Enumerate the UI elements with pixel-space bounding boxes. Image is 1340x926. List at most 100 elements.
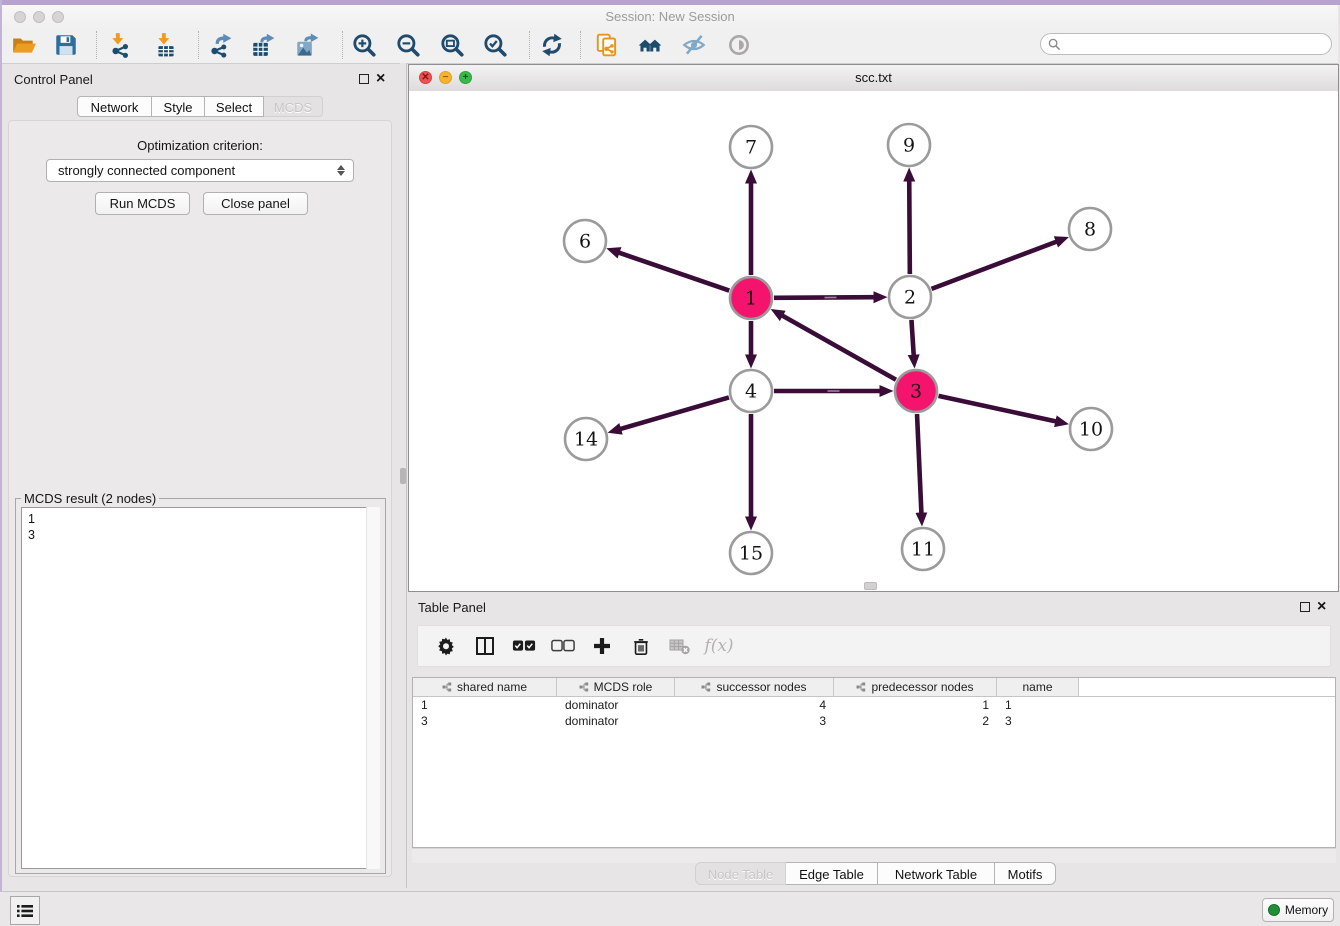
table-cell[interactable]: 2: [834, 713, 997, 729]
table-cell[interactable]: 4: [675, 697, 834, 713]
svg-text:9: 9: [903, 135, 915, 157]
edge-4-14[interactable]: [621, 397, 729, 429]
add-column-button[interactable]: [590, 634, 614, 658]
houses-icon: [637, 32, 663, 58]
edge-2-3[interactable]: [911, 320, 913, 355]
tab-node-table[interactable]: Node Table: [695, 862, 786, 885]
memory-button[interactable]: Memory: [1262, 898, 1334, 922]
export-image-button[interactable]: [294, 32, 320, 58]
unselect-all-columns-button[interactable]: [551, 634, 575, 658]
import-table-button[interactable]: [153, 32, 179, 58]
graph-node-1[interactable]: 1: [730, 277, 772, 319]
graph-node-8[interactable]: 8: [1069, 208, 1111, 250]
column-header-successor-nodes[interactable]: successor nodes: [675, 678, 834, 696]
table-settings-button[interactable]: [434, 634, 458, 658]
table-cell[interactable]: 1: [997, 697, 1079, 713]
edge-3-10[interactable]: [938, 396, 1055, 421]
canvas-resize-handle[interactable]: [864, 582, 877, 590]
main-toolbar: [2, 28, 1338, 64]
graph-node-3[interactable]: 3: [895, 370, 937, 412]
task-history-button[interactable]: [10, 896, 40, 925]
duplicate-network-icon: [594, 32, 620, 58]
edge-2-8[interactable]: [932, 242, 1057, 289]
show-details-button[interactable]: [726, 32, 752, 58]
delete-columns-button[interactable]: [629, 634, 653, 658]
table-cell[interactable]: 3: [413, 713, 557, 729]
graph-node-10[interactable]: 10: [1070, 408, 1112, 450]
toolbar-separator: [529, 31, 530, 59]
criterion-value: strongly connected component: [47, 163, 334, 178]
window-title: Session: New Session: [2, 9, 1338, 24]
close-table-panel-icon[interactable]: ×: [1317, 600, 1326, 614]
toggle-column-display-button[interactable]: [473, 634, 497, 658]
graph-node-7[interactable]: 7: [730, 126, 772, 168]
table-scroll-strip[interactable]: [412, 848, 1336, 863]
export-table-button[interactable]: [250, 32, 276, 58]
tab-style[interactable]: Style: [152, 96, 205, 117]
select-all-columns-button[interactable]: [512, 634, 536, 658]
table-cell[interactable]: 3: [675, 713, 834, 729]
graph-node-6[interactable]: 6: [564, 220, 606, 262]
zoom-out-button[interactable]: [395, 32, 421, 58]
tab-select[interactable]: Select: [205, 96, 264, 117]
column-header-name[interactable]: name: [997, 678, 1079, 696]
search-input[interactable]: [1065, 35, 1331, 53]
edge-1-6[interactable]: [619, 253, 729, 291]
zoom-in-button[interactable]: [351, 32, 377, 58]
import-network-button[interactable]: [107, 32, 133, 58]
graph-node-9[interactable]: 9: [888, 124, 930, 166]
open-session-button[interactable]: [11, 32, 37, 58]
column-header-shared-name[interactable]: shared name: [413, 678, 557, 696]
panel-divider[interactable]: [400, 63, 407, 888]
float-panel-icon[interactable]: [359, 74, 369, 84]
divider-grip[interactable]: [400, 468, 406, 484]
close-panel-button[interactable]: Close panel: [203, 192, 308, 215]
function-builder-button[interactable]: f(x): [707, 634, 731, 658]
column-header-predecessor-nodes[interactable]: predecessor nodes: [834, 678, 997, 696]
mcds-result-text[interactable]: 1 3: [21, 507, 380, 869]
column-type-icon: [442, 682, 452, 692]
tab-network-table[interactable]: Network Table: [878, 862, 995, 885]
edge-1-2[interactable]: [774, 297, 874, 298]
refresh-view-button[interactable]: [539, 32, 565, 58]
table-row[interactable]: 1dominator411: [413, 697, 1335, 713]
graph-node-2[interactable]: 2: [889, 276, 931, 318]
criterion-dropdown[interactable]: strongly connected component: [46, 159, 354, 182]
tab-motifs[interactable]: Motifs: [995, 862, 1056, 885]
trash-icon: [631, 636, 651, 656]
table-cell[interactable]: 1: [834, 697, 997, 713]
graph-node-11[interactable]: 11: [902, 528, 944, 570]
column-header-MCDS-role[interactable]: MCDS role: [557, 678, 675, 696]
network-graph[interactable]: 7 9 6 8 1 2 4 3 14 10 15 11: [409, 91, 1338, 591]
control-panel-title: Control Panel: [14, 72, 93, 87]
zoom-fit-button[interactable]: [439, 32, 465, 58]
hide-details-button[interactable]: [681, 32, 707, 58]
table-cell[interactable]: dominator: [557, 713, 675, 729]
search-box: [1040, 33, 1332, 55]
run-mcds-button[interactable]: Run MCDS: [95, 192, 190, 215]
table-row[interactable]: 3dominator323: [413, 713, 1335, 729]
float-table-panel-icon[interactable]: [1300, 602, 1310, 612]
result-scrollbar[interactable]: [366, 507, 380, 869]
table-cell[interactable]: dominator: [557, 697, 675, 713]
graph-node-15[interactable]: 15: [730, 532, 772, 574]
houses-button[interactable]: [637, 32, 663, 58]
edge-2-9[interactable]: [909, 181, 910, 274]
delete-table-button[interactable]: [668, 634, 692, 658]
graph-node-4[interactable]: 4: [730, 370, 772, 412]
edge-3-11[interactable]: [917, 414, 921, 513]
tab-network[interactable]: Network: [77, 96, 152, 117]
zoom-out-icon: [395, 32, 421, 58]
table-cell[interactable]: 3: [997, 713, 1079, 729]
duplicate-network-button[interactable]: [594, 32, 620, 58]
graph-node-14[interactable]: 14: [565, 418, 607, 460]
network-canvas[interactable]: 7 9 6 8 1 2 4 3 14 10 15 11: [409, 91, 1338, 591]
table-cell[interactable]: 1: [413, 697, 557, 713]
export-network-button[interactable]: [207, 32, 233, 58]
tab-mcds[interactable]: MCDS: [264, 96, 323, 117]
edge-3-1[interactable]: [782, 316, 896, 380]
tab-edge-table[interactable]: Edge Table: [786, 862, 878, 885]
zoom-selected-button[interactable]: [482, 32, 508, 58]
save-session-button[interactable]: [53, 32, 79, 58]
close-panel-icon[interactable]: ×: [376, 72, 385, 86]
